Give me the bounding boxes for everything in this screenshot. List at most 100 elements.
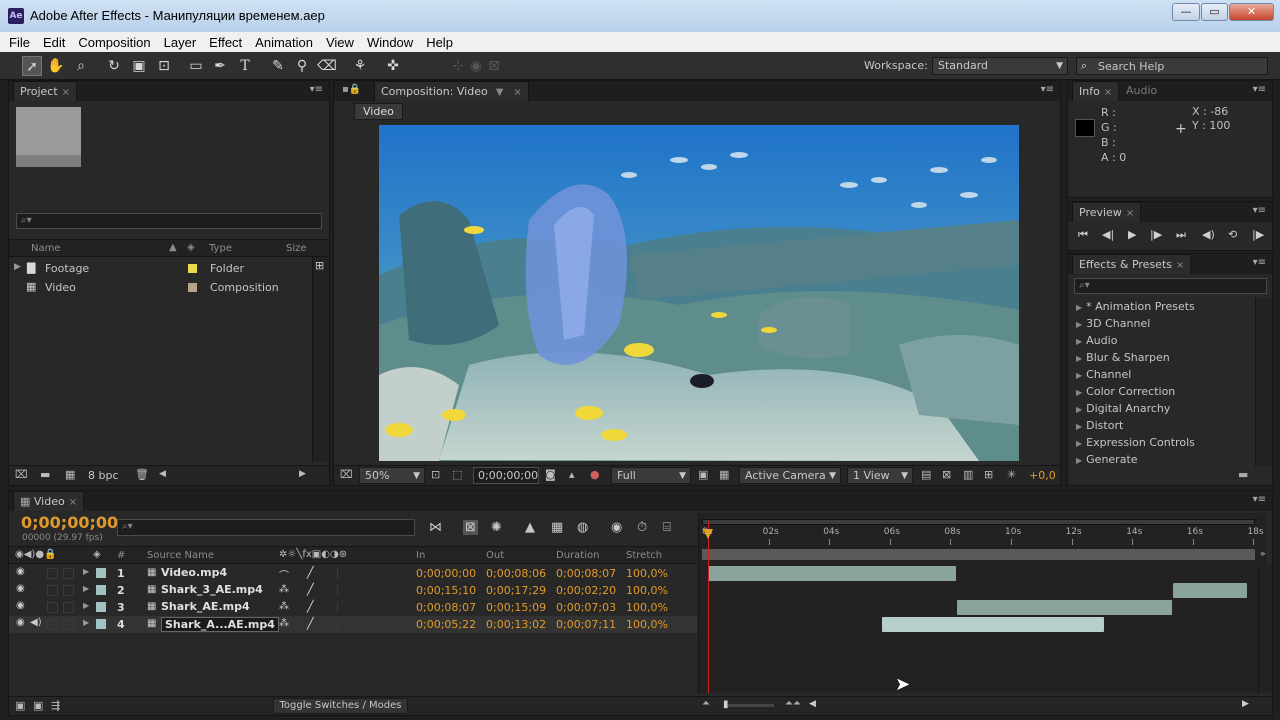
time-ruler[interactable]: 0s02s04s06s08s10s12s14s16s18s bbox=[699, 525, 1267, 547]
effects-list-item[interactable]: ▶ Audio bbox=[1076, 334, 1117, 347]
timeline-current-time[interactable]: 0;00;00;00 bbox=[21, 513, 118, 532]
video-eye-icon[interactable]: ◉ bbox=[16, 600, 25, 611]
expand-arrow-icon[interactable]: ▶ bbox=[1076, 456, 1082, 465]
auto-keyframe-icon[interactable]: ◉ bbox=[611, 520, 622, 535]
channel-icon[interactable]: ● bbox=[590, 468, 600, 481]
project-search-input[interactable]: ⌕▾ bbox=[16, 213, 322, 229]
camera-tool-icon[interactable]: ▣ bbox=[129, 56, 149, 76]
layer-duration-bar[interactable] bbox=[708, 566, 957, 581]
first-frame-icon[interactable]: ⏮ bbox=[1078, 228, 1088, 242]
view-layout-select[interactable]: 1 View ▼ bbox=[847, 467, 913, 484]
video-eye-icon[interactable]: ◉ bbox=[16, 566, 25, 577]
tab-preview[interactable]: Preview × bbox=[1072, 202, 1142, 222]
hand-tool-icon[interactable]: ✋ bbox=[46, 56, 66, 76]
label-swatch[interactable] bbox=[96, 619, 106, 629]
toggle-pixel-aspect-icon[interactable]: ▤ bbox=[921, 468, 931, 481]
layer-out[interactable]: 0;00;13;02 bbox=[486, 618, 546, 631]
expand-arrow-icon[interactable]: ▶ bbox=[1076, 303, 1082, 312]
menu-view[interactable]: View bbox=[319, 32, 360, 52]
loop-icon[interactable]: ⟲ bbox=[1228, 228, 1237, 241]
col-size[interactable]: Size bbox=[286, 243, 307, 254]
menu-layer[interactable]: Layer bbox=[157, 32, 203, 52]
video-eye-icon[interactable]: ◉ bbox=[16, 583, 25, 594]
toggle-switches-modes-button[interactable]: Toggle Switches / Modes bbox=[273, 698, 408, 714]
expand-arrow-icon[interactable]: ▶ bbox=[83, 618, 89, 627]
tab-effects-presets[interactable]: Effects & Presets × bbox=[1072, 254, 1192, 274]
solo-toggle[interactable] bbox=[47, 568, 58, 579]
lock-toggle[interactable] bbox=[63, 602, 74, 613]
shy-switch-icon[interactable]: ⁂ bbox=[279, 618, 289, 629]
expand-in-out-icon[interactable]: ⇶ bbox=[51, 699, 60, 712]
effects-list-item[interactable]: ▶ Distort bbox=[1076, 419, 1123, 432]
effects-list-item[interactable]: ▶ Generate bbox=[1076, 453, 1138, 466]
flowchart-icon[interactable]: ⊞ bbox=[984, 468, 993, 481]
lock-toggle[interactable] bbox=[63, 585, 74, 596]
expand-arrow-icon[interactable]: ▶ bbox=[1076, 354, 1082, 363]
effects-list-item[interactable]: ▶ Color Correction bbox=[1076, 385, 1175, 398]
label-swatch[interactable] bbox=[96, 585, 106, 595]
zoom-tool-icon[interactable]: ⌕ bbox=[71, 56, 91, 76]
expand-layer-switches-icon[interactable]: ▣ bbox=[15, 699, 25, 712]
pen-tool-icon[interactable]: ✒ bbox=[210, 56, 230, 76]
effects-list-item[interactable]: ▶ * Animation Presets bbox=[1076, 300, 1195, 313]
timer-icon[interactable]: ⏱ bbox=[637, 520, 647, 535]
hide-shy-icon[interactable]: ✺ bbox=[491, 520, 502, 535]
switch-cells[interactable] bbox=[337, 602, 397, 613]
layer-duration[interactable]: 0;00;07;03 bbox=[556, 601, 616, 614]
audio-icon[interactable]: ◀) bbox=[1202, 228, 1215, 241]
lock-icon[interactable]: ▪🔒 bbox=[342, 84, 361, 95]
menu-window[interactable]: Window bbox=[360, 32, 419, 52]
close-icon[interactable]: × bbox=[62, 87, 70, 98]
layer-out[interactable]: 0;00;08;06 bbox=[486, 567, 546, 580]
next-frame-icon[interactable]: |▶ bbox=[1150, 228, 1162, 241]
close-icon[interactable]: × bbox=[513, 87, 521, 98]
show-snapshot-icon[interactable]: ▴ bbox=[569, 468, 575, 481]
col-stretch[interactable]: Stretch bbox=[626, 550, 662, 561]
quality-switch-icon[interactable]: ╱ bbox=[307, 617, 314, 630]
scroll-right-icon[interactable]: ▶ bbox=[1242, 699, 1249, 709]
list-item[interactable]: ▶ ▇ Footage Folder bbox=[9, 259, 315, 278]
puppet-pin-tool-icon[interactable]: ✜ bbox=[383, 56, 403, 76]
timeline-scrollbar[interactable] bbox=[1258, 565, 1272, 693]
brainstorm-icon[interactable]: ◍ bbox=[577, 520, 588, 535]
tab-audio[interactable]: Audio bbox=[1120, 81, 1163, 101]
search-help-input[interactable]: ⌕ Search Help bbox=[1076, 57, 1268, 75]
tab-composition[interactable]: Composition: Video ▼ × bbox=[374, 81, 529, 101]
layer-stretch[interactable]: 100,0% bbox=[626, 584, 668, 597]
quality-switch-icon[interactable]: ╱ bbox=[307, 583, 314, 596]
close-icon[interactable]: ✕ bbox=[1229, 3, 1274, 21]
roto-brush-tool-icon[interactable]: ⚘ bbox=[350, 56, 370, 76]
table-row[interactable]: ◉ ▶ 1 ▦ Video.mp4 ⌒ ╱ 0;00;00;00 0;00;08;06 0;00;… bbox=[9, 565, 697, 582]
work-area-bar[interactable] bbox=[702, 549, 1255, 560]
expand-arrow-icon[interactable]: ▶ bbox=[83, 567, 89, 576]
layer-duration[interactable]: 0;00;07;11 bbox=[556, 618, 616, 631]
graph-editor-icon[interactable]: ⌸ bbox=[663, 520, 671, 535]
zoom-out-icon[interactable]: ⏶ bbox=[702, 698, 710, 709]
rectangle-tool-icon[interactable]: ▭ bbox=[186, 56, 206, 76]
new-composition-icon[interactable]: ▦ bbox=[65, 468, 75, 481]
quality-switch-icon[interactable]: ╱ bbox=[307, 566, 314, 579]
composition-navigator-tab[interactable]: Video bbox=[354, 103, 403, 120]
menu-effect[interactable]: Effect bbox=[202, 32, 248, 52]
axis-local-icon[interactable]: ⊹ bbox=[448, 56, 468, 76]
camera-select[interactable]: Active Camera ▼ bbox=[739, 467, 841, 484]
panel-menu-icon[interactable]: ▾≡ bbox=[1041, 84, 1054, 95]
current-time-indicator[interactable] bbox=[708, 521, 709, 693]
tab-timeline-video[interactable]: ▦ Video × bbox=[13, 491, 85, 511]
bpc-label[interactable]: 8 bpc bbox=[88, 469, 119, 482]
zoom-slider-handle[interactable]: ▮ bbox=[723, 699, 729, 710]
layer-name[interactable]: Shark_AE.mp4 bbox=[161, 600, 250, 613]
effects-search-input[interactable]: ⌕▾ bbox=[1074, 278, 1267, 294]
layer-in[interactable]: 0;00;05;22 bbox=[416, 618, 476, 631]
trash-icon[interactable]: 🗑 bbox=[135, 468, 149, 481]
safe-margins-icon[interactable]: ⊡ bbox=[431, 468, 440, 481]
effects-list-item[interactable]: ▶ Digital Anarchy bbox=[1076, 402, 1170, 415]
comp-mini-flowchart-icon[interactable]: ⋈ bbox=[429, 520, 442, 535]
lock-toggle[interactable] bbox=[63, 619, 74, 630]
clone-stamp-tool-icon[interactable]: ⚲ bbox=[292, 56, 312, 76]
switch-cells[interactable] bbox=[337, 585, 397, 596]
frame-blending-icon[interactable]: ▲ bbox=[525, 520, 535, 535]
new-bin-icon[interactable]: ▬ bbox=[1238, 468, 1248, 481]
shy-switch-icon[interactable]: ⁂ bbox=[279, 584, 289, 595]
label-swatch[interactable] bbox=[96, 602, 106, 612]
